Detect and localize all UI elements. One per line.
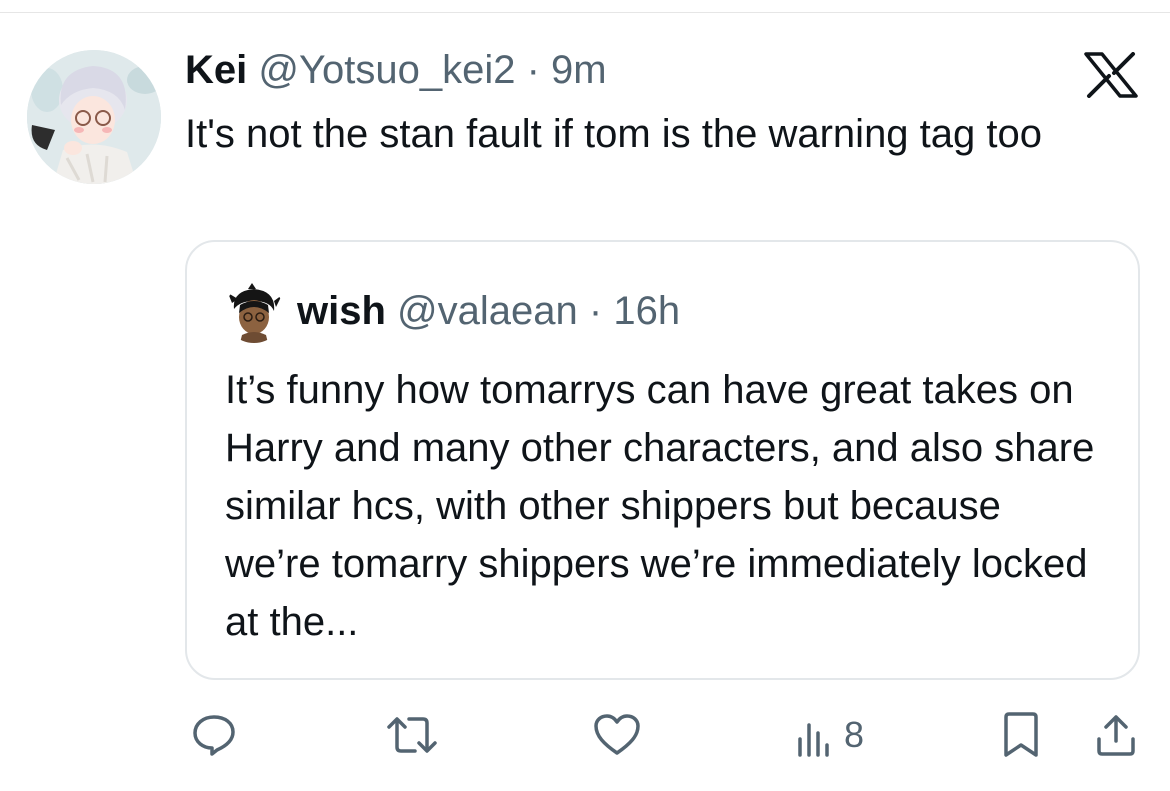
repost-button[interactable] xyxy=(383,700,441,770)
tweet-timestamp[interactable]: 9m xyxy=(551,48,607,92)
bookmark-button[interactable] xyxy=(1000,700,1042,770)
share-button[interactable] xyxy=(1094,700,1138,770)
reply-icon xyxy=(193,715,235,756)
tweet-text: It's not the stan fault if tom is the wa… xyxy=(185,112,1042,156)
views-count: 8 xyxy=(844,714,865,755)
author-handle[interactable]: @Yotsuo_kei2 xyxy=(258,48,515,92)
quoted-author-name[interactable]: wish xyxy=(297,289,386,333)
repost-icon xyxy=(387,717,437,753)
reply-button[interactable] xyxy=(190,700,238,770)
share-icon xyxy=(1097,715,1135,756)
action-bar: 8 xyxy=(0,700,1170,770)
views-icon xyxy=(798,723,829,757)
quoted-tweet-header: wish @valaean · 16h xyxy=(297,288,680,334)
like-icon xyxy=(594,714,640,755)
bookmark-icon xyxy=(1004,712,1038,757)
quoted-author-avatar[interactable] xyxy=(224,283,284,343)
separator-dot: · xyxy=(526,48,540,92)
quoted-author-handle[interactable]: @valaean xyxy=(397,289,578,333)
quoted-separator-dot: · xyxy=(588,289,603,333)
author-name[interactable]: Kei xyxy=(185,48,247,92)
quoted-tweet-text: It’s funny how tomarrys can have great t… xyxy=(225,368,1095,644)
quoted-tweet-card[interactable]: wish @valaean · 16h It’s funny how tomar… xyxy=(185,240,1140,680)
x-logo-icon xyxy=(1083,52,1139,98)
top-divider xyxy=(0,12,1170,13)
views-button[interactable]: 8 xyxy=(796,700,864,770)
like-button[interactable] xyxy=(592,700,642,770)
author-avatar[interactable] xyxy=(27,50,161,184)
tweet-header: Kei @Yotsuo_kei2 · 9m xyxy=(185,47,607,93)
quoted-tweet-timestamp[interactable]: 16h xyxy=(613,289,680,333)
